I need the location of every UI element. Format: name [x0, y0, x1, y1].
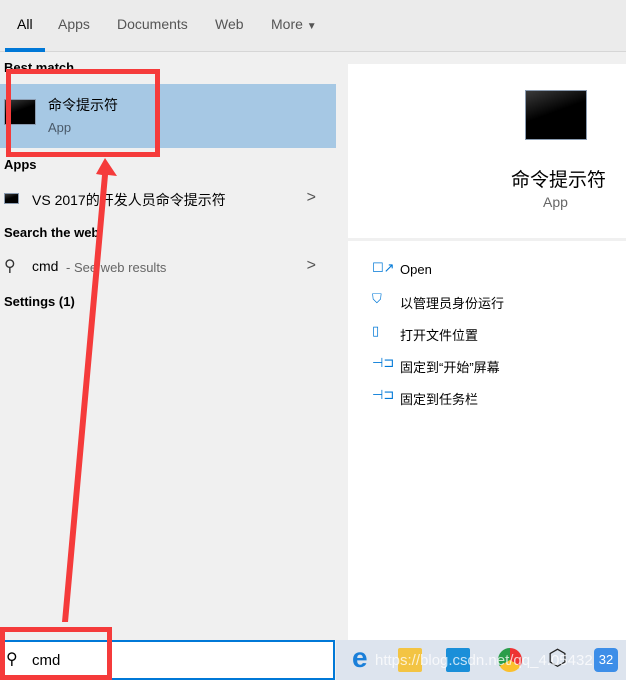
arrow-shape: [62, 158, 117, 622]
annotation-arrow: [62, 158, 117, 622]
